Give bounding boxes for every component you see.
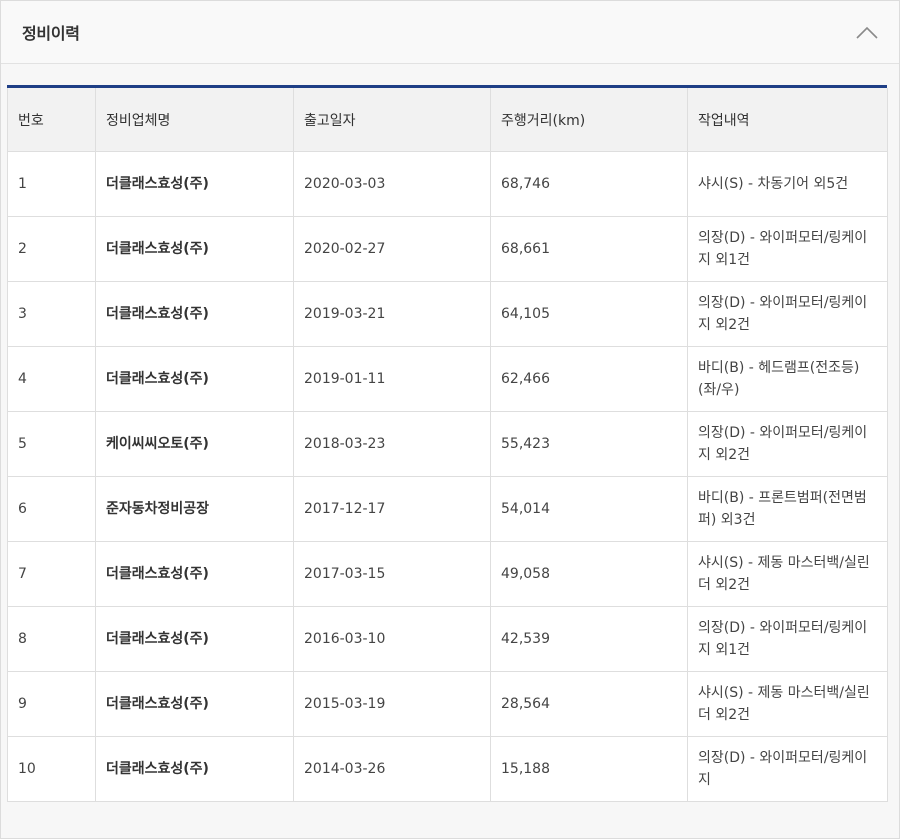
cell-company: 더클래스효성(주) [95,216,294,282]
cell-mileage: 54,014 [490,476,688,542]
table-row: 9 더클래스효성(주) 2015-03-19 28,564 샤시(S) - 제동… [7,671,888,737]
cell-mileage: 55,423 [490,411,688,477]
cell-no: 3 [7,281,96,347]
cell-company: 더클래스효성(주) [95,346,294,412]
table-row: 3 더클래스효성(주) 2019-03-21 64,105 의장(D) - 와이… [7,281,888,347]
cell-mileage: 15,188 [490,736,688,802]
cell-date: 2018-03-23 [293,411,491,477]
cell-date: 2017-12-17 [293,476,491,542]
cell-date: 2015-03-19 [293,671,491,737]
cell-work: 의장(D) - 와이퍼모터/링케이지 [687,736,888,802]
cell-work: 바디(B) - 헤드램프(전조등)(좌/우) [687,346,888,412]
cell-mileage: 49,058 [490,541,688,607]
cell-work: 샤시(S) - 차동기어 외5건 [687,151,888,217]
table-row: 8 더클래스효성(주) 2016-03-10 42,539 의장(D) - 와이… [7,606,888,672]
cell-mileage: 62,466 [490,346,688,412]
cell-work: 바디(B) - 프론트범퍼(전면범퍼) 외3건 [687,476,888,542]
table-row: 1 더클래스효성(주) 2020-03-03 68,746 샤시(S) - 차동… [7,151,888,217]
header-work: 작업내역 [687,88,888,152]
cell-work: 의장(D) - 와이퍼모터/링케이지 외1건 [687,606,888,672]
header-date: 출고일자 [293,88,491,152]
cell-date: 2019-03-21 [293,281,491,347]
cell-no: 6 [7,476,96,542]
cell-work: 샤시(S) - 제동 마스터백/실린더 외2건 [687,541,888,607]
table-row: 10 더클래스효성(주) 2014-03-26 15,188 의장(D) - 와… [7,736,888,802]
history-table-container: 번호 정비업체명 출고일자 주행거리(km) 작업내역 1 더클래스효성(주) … [7,85,888,802]
cell-date: 2019-01-11 [293,346,491,412]
cell-date: 2017-03-15 [293,541,491,607]
cell-no: 5 [7,411,96,477]
maintenance-history-panel: 정비이력 번호 정비업체명 출고일자 주행거리(km) 작업내역 1 더클래스효… [0,0,900,839]
table-row: 7 더클래스효성(주) 2017-03-15 49,058 샤시(S) - 제동… [7,541,888,607]
table-row: 6 준자동차정비공장 2017-12-17 54,014 바디(B) - 프론트… [7,476,888,542]
cell-no: 7 [7,541,96,607]
cell-mileage: 64,105 [490,281,688,347]
cell-date: 2020-02-27 [293,216,491,282]
header-company: 정비업체명 [95,88,294,152]
cell-no: 8 [7,606,96,672]
table-header-row: 번호 정비업체명 출고일자 주행거리(km) 작업내역 [7,88,888,152]
cell-company: 더클래스효성(주) [95,541,294,607]
cell-company: 더클래스효성(주) [95,671,294,737]
maintenance-history-table: 번호 정비업체명 출고일자 주행거리(km) 작업내역 1 더클래스효성(주) … [7,88,888,802]
header-no: 번호 [7,88,96,152]
cell-date: 2014-03-26 [293,736,491,802]
table-row: 5 케이씨씨오토(주) 2018-03-23 55,423 의장(D) - 와이… [7,411,888,477]
cell-work: 의장(D) - 와이퍼모터/링케이지 외1건 [687,216,888,282]
cell-no: 4 [7,346,96,412]
cell-company: 케이씨씨오토(주) [95,411,294,477]
cell-work: 의장(D) - 와이퍼모터/링케이지 외2건 [687,281,888,347]
cell-mileage: 68,661 [490,216,688,282]
collapse-button[interactable] [853,19,881,47]
cell-company: 더클래스효성(주) [95,736,294,802]
cell-no: 10 [7,736,96,802]
cell-no: 2 [7,216,96,282]
cell-company: 더클래스효성(주) [95,281,294,347]
table-row: 2 더클래스효성(주) 2020-02-27 68,661 의장(D) - 와이… [7,216,888,282]
cell-company: 더클래스효성(주) [95,606,294,672]
cell-work: 샤시(S) - 제동 마스터백/실린더 외2건 [687,671,888,737]
header-mileage: 주행거리(km) [490,88,688,152]
panel-header[interactable]: 정비이력 [1,1,899,64]
cell-company: 준자동차정비공장 [95,476,294,542]
cell-no: 1 [7,151,96,217]
cell-work: 의장(D) - 와이퍼모터/링케이지 외2건 [687,411,888,477]
cell-mileage: 28,564 [490,671,688,737]
panel-title: 정비이력 [22,24,80,43]
cell-no: 9 [7,671,96,737]
cell-mileage: 42,539 [490,606,688,672]
cell-company: 더클래스효성(주) [95,151,294,217]
table-row: 4 더클래스효성(주) 2019-01-11 62,466 바디(B) - 헤드… [7,346,888,412]
cell-date: 2020-03-03 [293,151,491,217]
cell-mileage: 68,746 [490,151,688,217]
cell-date: 2016-03-10 [293,606,491,672]
chevron-up-icon [856,26,878,39]
